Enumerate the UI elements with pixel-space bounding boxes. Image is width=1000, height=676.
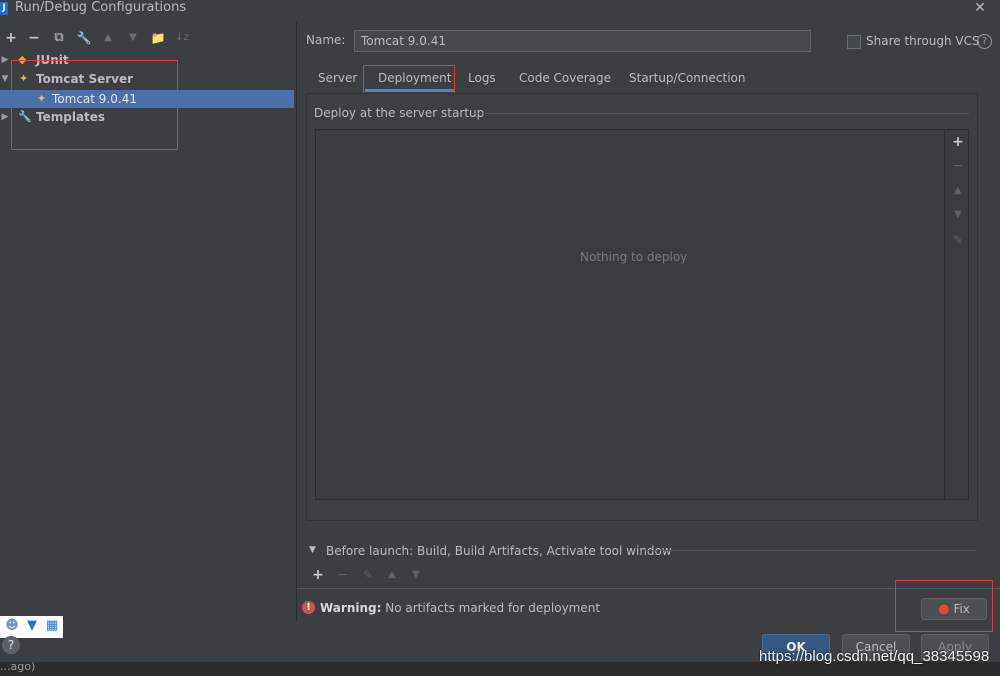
- tab-logs[interactable]: Logs: [468, 69, 496, 87]
- share-vcs-checkbox[interactable]: [847, 35, 861, 49]
- empty-list-text: Nothing to deploy: [580, 250, 688, 264]
- folder-icon[interactable]: 📁: [150, 30, 166, 46]
- add-configuration-button[interactable]: +: [3, 30, 19, 46]
- edit-task-icon[interactable]: ✎: [360, 567, 376, 583]
- section-divider: [472, 113, 969, 114]
- name-label: Name:: [306, 33, 346, 47]
- move-down-icon[interactable]: ▼: [950, 207, 966, 223]
- tab-startup-connection[interactable]: Startup/Connection: [629, 69, 745, 87]
- tab-code-coverage[interactable]: Code Coverage: [519, 69, 611, 87]
- name-field[interactable]: [354, 30, 811, 52]
- shirt-icon[interactable]: ▼: [24, 618, 40, 634]
- copy-configuration-icon[interactable]: ⧉: [51, 30, 67, 46]
- move-down-icon[interactable]: ▼: [125, 30, 141, 46]
- window-title: Run/Debug Configurations: [15, 0, 187, 15]
- close-icon[interactable]: ✕: [972, 0, 988, 16]
- move-down-icon[interactable]: ▼: [408, 567, 424, 583]
- move-up-icon[interactable]: ▲: [950, 183, 966, 199]
- edit-defaults-icon[interactable]: 🔧: [76, 30, 92, 46]
- section-title: Deploy at the server startup: [314, 106, 485, 120]
- splitter[interactable]: [296, 22, 297, 622]
- collapse-arrow-icon[interactable]: ▼: [0, 70, 10, 88]
- app-icon: J: [0, 2, 8, 15]
- warning-text: No artifacts marked for deployment: [381, 601, 601, 615]
- grid-icon[interactable]: ▦: [44, 618, 60, 634]
- move-up-icon[interactable]: ▲: [384, 567, 400, 583]
- share-vcs-label[interactable]: Share through VCS: [866, 34, 980, 48]
- highlight-box: [895, 580, 993, 632]
- before-launch-label[interactable]: Before launch: Build, Build Artifacts, A…: [326, 544, 672, 558]
- edit-artifact-icon[interactable]: ✎: [950, 232, 966, 248]
- section-divider: [645, 550, 976, 551]
- watermark: https://blog.csdn.net/qq_38345598: [759, 648, 990, 665]
- move-up-icon[interactable]: ▲: [100, 30, 116, 46]
- error-icon: !: [302, 601, 315, 614]
- tab-server[interactable]: Server: [318, 69, 357, 87]
- expand-arrow-icon[interactable]: ▶: [0, 51, 10, 69]
- highlight-box: [11, 60, 178, 150]
- expand-arrow-icon[interactable]: ▶: [0, 108, 10, 126]
- collapse-arrow-icon[interactable]: ▼: [309, 545, 316, 555]
- add-artifact-icon[interactable]: +: [950, 134, 966, 150]
- remove-configuration-button[interactable]: −: [26, 30, 42, 46]
- warning-title: Warning:: [320, 601, 382, 615]
- remove-artifact-icon[interactable]: −: [950, 158, 966, 174]
- deploy-list[interactable]: [315, 129, 945, 500]
- help-button[interactable]: ?: [2, 636, 20, 654]
- user-icon[interactable]: ☻: [4, 618, 20, 634]
- remove-task-icon[interactable]: −: [335, 567, 351, 583]
- sort-icon[interactable]: ↓z: [174, 30, 190, 46]
- warning-message: Warning: No artifacts marked for deploym…: [320, 601, 600, 615]
- status-text: ...ago): [0, 660, 36, 673]
- help-icon[interactable]: ?: [977, 34, 992, 49]
- add-task-icon[interactable]: +: [310, 567, 326, 583]
